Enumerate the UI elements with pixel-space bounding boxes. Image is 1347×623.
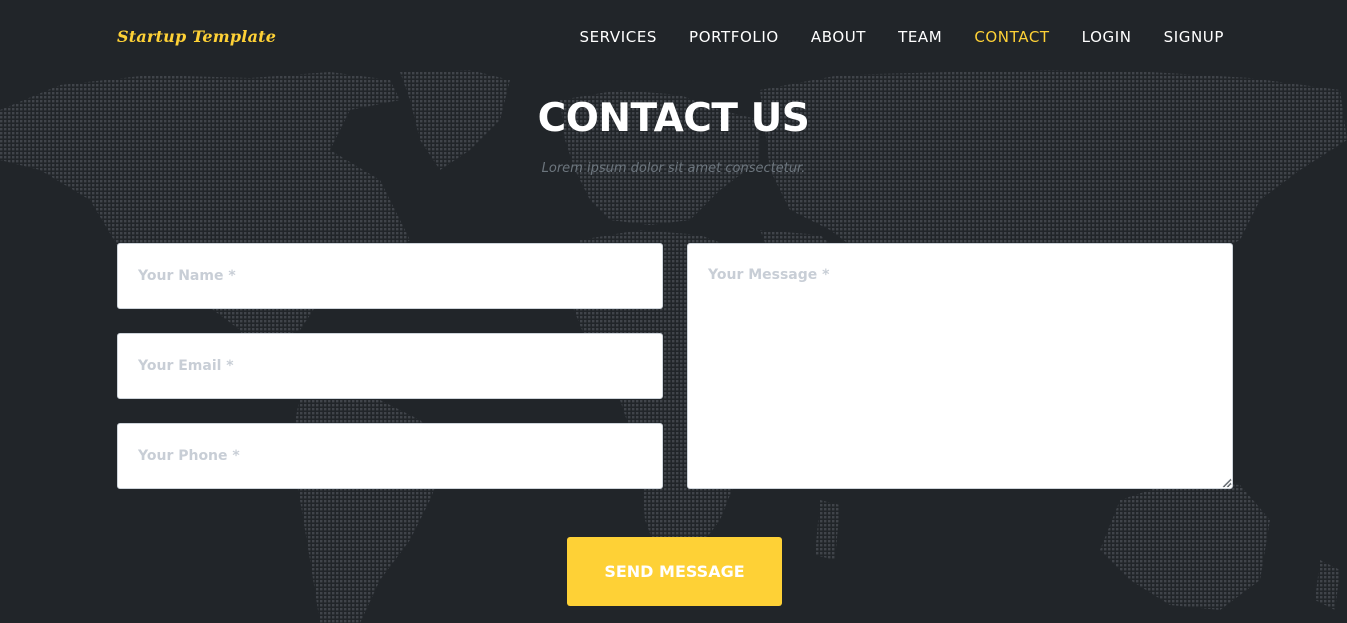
nav-item-login: LOGIN bbox=[1082, 27, 1132, 46]
nav-link-services[interactable]: SERVICES bbox=[579, 28, 657, 46]
nav-item-team: TEAM bbox=[898, 27, 942, 46]
section-subtitle: Lorem ipsum dolor sit amet consectetur. bbox=[541, 161, 806, 176]
email-input[interactable] bbox=[117, 333, 663, 399]
navbar: Startup Template SERVICES PORTFOLIO ABOU… bbox=[0, 0, 1347, 72]
nav-link-contact[interactable]: CONTACT bbox=[974, 28, 1049, 46]
nav-item-portfolio: PORTFOLIO bbox=[689, 27, 779, 46]
nav-item-signup: SIGNUP bbox=[1164, 27, 1224, 46]
brand-logo[interactable]: Startup Template bbox=[117, 27, 276, 46]
nav-item-services: SERVICES bbox=[579, 27, 657, 46]
nav-item-about: ABOUT bbox=[811, 27, 866, 46]
nav-link-portfolio[interactable]: PORTFOLIO bbox=[689, 28, 779, 46]
nav-link-team[interactable]: TEAM bbox=[898, 28, 942, 46]
page: Startup Template SERVICES PORTFOLIO ABOU… bbox=[0, 0, 1347, 623]
send-message-button[interactable]: SEND MESSAGE bbox=[567, 537, 782, 606]
section-title: CONTACT US bbox=[537, 96, 810, 141]
nav-link-signup[interactable]: SIGNUP bbox=[1164, 28, 1224, 46]
resize-grip-icon[interactable] bbox=[1220, 476, 1232, 488]
name-input[interactable] bbox=[117, 243, 663, 309]
nav-item-contact: CONTACT bbox=[974, 27, 1049, 46]
nav-link-login[interactable]: LOGIN bbox=[1082, 28, 1132, 46]
nav-link-about[interactable]: ABOUT bbox=[811, 28, 866, 46]
nav-menu: SERVICES PORTFOLIO ABOUT TEAM CONTACT LO… bbox=[579, 27, 1224, 46]
phone-input[interactable] bbox=[117, 423, 663, 489]
message-textarea[interactable] bbox=[687, 243, 1233, 489]
